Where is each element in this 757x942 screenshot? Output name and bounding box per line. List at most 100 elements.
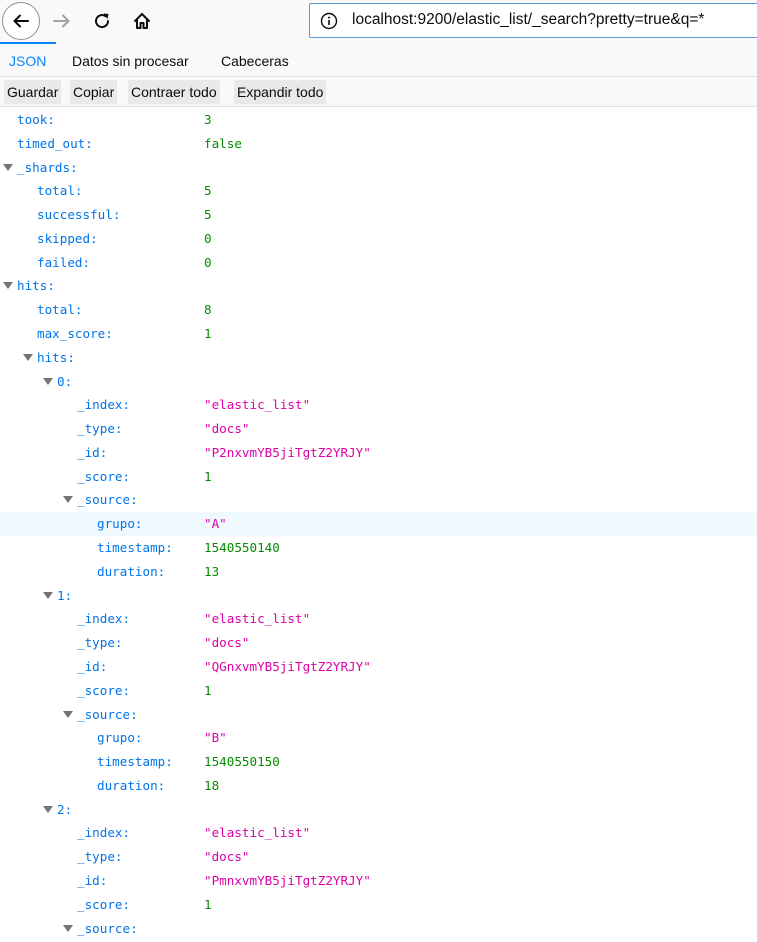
tree-row: timed_out: false — [0, 132, 757, 156]
back-button[interactable] — [0, 2, 42, 40]
tree-key: took: — [17, 112, 55, 127]
tree-row: _score: 1 — [0, 465, 757, 489]
tree-key: failed: — [37, 254, 91, 270]
tree-value: "docs" — [204, 849, 250, 865]
tree-key: _type: — [77, 421, 123, 437]
tree-row: skipped: 0 — [0, 227, 757, 251]
tree-row[interactable]: _source: — [0, 917, 757, 941]
tree-row[interactable]: _source: — [0, 703, 757, 727]
address-bar[interactable]: localhost:9200/elastic_list/_search?pret… — [309, 3, 757, 38]
tree-value: 8 — [204, 302, 212, 318]
tree-row[interactable]: hits: — [0, 274, 757, 298]
tree-row: grupo: "B" — [0, 726, 757, 750]
expand-toggle-icon[interactable] — [3, 282, 13, 290]
collapse-all-button[interactable]: Contraer todo — [128, 80, 220, 104]
tree-key: _score: — [77, 896, 131, 912]
tree-row: total: 5 — [0, 179, 757, 203]
tree-value: 0 — [204, 230, 212, 246]
tree-row: _id: "PmnxvmYB5jiTgtZ2YRJY" — [0, 869, 757, 893]
tree-row: _type: "docs" — [0, 417, 757, 441]
reload-button[interactable] — [83, 2, 121, 40]
tree-value: "B" — [204, 730, 227, 746]
tree-row: _id: "P2nxvmYB5jiTgtZ2YRJY" — [0, 441, 757, 465]
tree-key: _source: — [77, 492, 138, 508]
tree-key: _source: — [77, 706, 138, 722]
tree-key: duration: — [97, 563, 166, 579]
tree-key: _id: — [77, 658, 108, 674]
tree-key: grupo: — [97, 730, 143, 746]
tree-key: _shards: — [17, 159, 78, 175]
tree-row: successful: 5 — [0, 203, 757, 227]
tree-key: 2: — [57, 801, 73, 817]
tree-key: max_score: — [37, 326, 113, 342]
tree-row[interactable]: 1: — [0, 584, 757, 608]
tab-raw-data[interactable]: Datos sin procesar — [63, 42, 198, 76]
tree-row: failed: 0 — [0, 251, 757, 275]
tree-value: false — [204, 135, 242, 151]
tree-value: "elastic_list" — [204, 397, 311, 413]
tree-row: _type: "docs" — [0, 845, 757, 869]
tree-row: total: 8 — [0, 298, 757, 322]
tree-row[interactable]: _source: — [0, 488, 757, 512]
tree-key: _score: — [77, 682, 131, 698]
tree-key: duration: — [97, 777, 166, 793]
tree-key: _type: — [77, 849, 123, 865]
expand-toggle-icon[interactable] — [43, 805, 53, 813]
tree-key: timed_out: — [17, 135, 93, 151]
tree-value: "A" — [204, 516, 227, 532]
tree-row: duration: 18 — [0, 774, 757, 798]
tree-row: _score: 1 — [0, 679, 757, 703]
expand-toggle-icon[interactable] — [43, 377, 53, 385]
expand-toggle-icon[interactable] — [63, 710, 73, 718]
expand-toggle-icon[interactable] — [63, 496, 73, 504]
home-icon — [134, 13, 150, 29]
expand-toggle-icon[interactable] — [3, 163, 13, 171]
tree-row: timestamp: 1540550150 — [0, 750, 757, 774]
tree-row: _index: "elastic_list" — [0, 607, 757, 631]
tree-value: "QGnxvmYB5jiTgtZ2YRJY" — [204, 658, 371, 674]
tree-value: 3 — [204, 112, 212, 127]
expand-toggle-icon[interactable] — [23, 353, 33, 361]
tree-row: _type: "docs" — [0, 631, 757, 655]
tree-key: successful: — [37, 207, 121, 223]
tree-key: _type: — [77, 635, 123, 651]
tree-row: max_score: 1 — [0, 322, 757, 346]
tree-key: total: — [37, 183, 83, 199]
tree-value: 18 — [204, 777, 220, 793]
expand-toggle-icon[interactable] — [43, 591, 53, 599]
tree-row[interactable]: 0: — [0, 370, 757, 394]
tree-key: _id: — [77, 444, 108, 460]
tree-value: 1 — [204, 682, 212, 698]
browser-toolbar: localhost:9200/elastic_list/_search?pret… — [0, 0, 757, 42]
tree-key: _index: — [77, 825, 131, 841]
tree-row: timestamp: 1540550140 — [0, 536, 757, 560]
tree-key: grupo: — [97, 516, 143, 532]
tree-row[interactable]: hits: — [0, 346, 757, 370]
tree-row[interactable]: 2: — [0, 798, 757, 822]
tree-row: _index: "elastic_list" — [0, 821, 757, 845]
tree-key: timestamp: — [97, 540, 173, 556]
tree-key: 1: — [57, 587, 73, 603]
tree-value: "P2nxvmYB5jiTgtZ2YRJY" — [204, 444, 371, 460]
tree-value: "elastic_list" — [204, 825, 311, 841]
tab-json[interactable]: JSON — [0, 42, 56, 76]
home-button[interactable] — [123, 2, 161, 40]
tree-row: _index: "elastic_list" — [0, 393, 757, 417]
forward-button[interactable] — [43, 2, 81, 40]
tree-row[interactable]: _shards: — [0, 156, 757, 180]
forward-arrow-icon — [53, 14, 70, 28]
tree-value: 1 — [204, 896, 212, 912]
tree-value: 13 — [204, 563, 220, 579]
tree-key: timestamp: — [97, 754, 173, 770]
tree-value: 1540550140 — [204, 540, 280, 556]
expand-toggle-icon[interactable] — [63, 924, 73, 932]
expand-all-button[interactable]: Expandir todo — [234, 80, 327, 104]
tree-row: _score: 1 — [0, 893, 757, 917]
tree-row: grupo: "A" — [0, 512, 757, 537]
tab-headers[interactable]: Cabeceras — [212, 42, 298, 76]
viewer-tabs: JSON Datos sin procesar Cabeceras — [0, 42, 757, 77]
info-icon[interactable] — [320, 12, 338, 30]
save-button[interactable]: Guardar — [4, 80, 62, 104]
tree-key: skipped: — [37, 230, 98, 246]
copy-button[interactable]: Copiar — [70, 80, 118, 104]
